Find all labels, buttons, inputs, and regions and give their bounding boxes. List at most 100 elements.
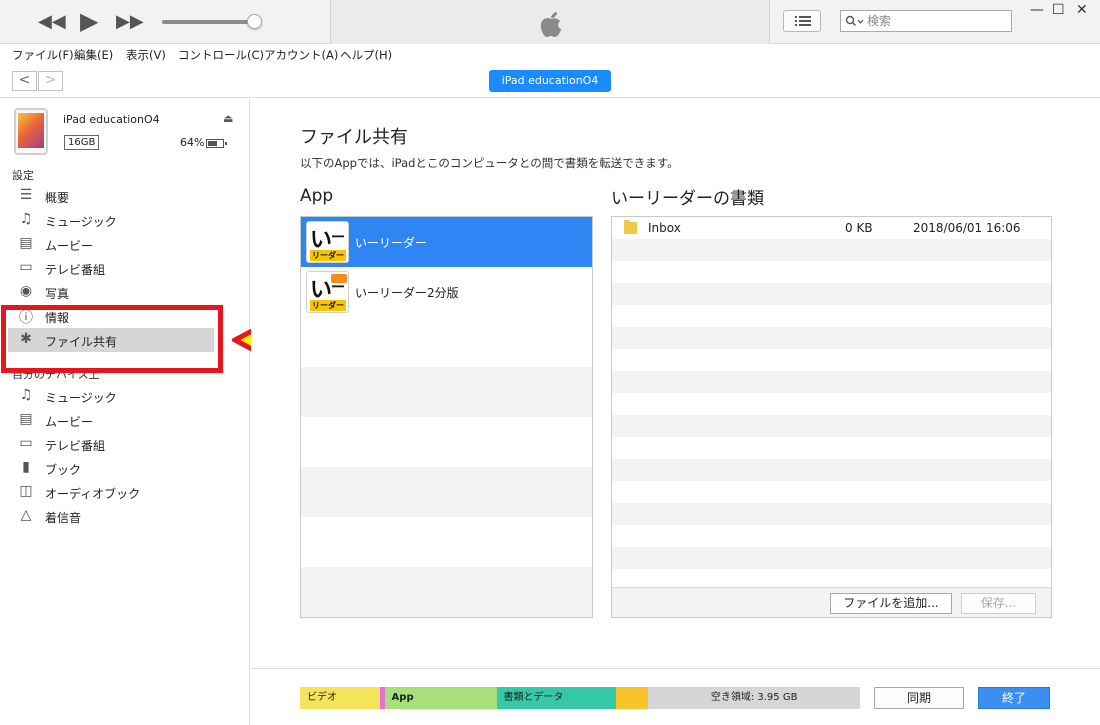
film-icon: ▤	[19, 411, 33, 427]
sidebar-item-mydevice-2[interactable]: ▭ テレビ番組	[8, 432, 214, 456]
folder-icon	[624, 220, 637, 234]
sidebar-item-settings-1[interactable]: ♫ ミュージック	[8, 208, 214, 232]
highlight-box	[1, 305, 223, 373]
sidebar-item-settings-0[interactable]: ☰ 概要	[8, 184, 214, 208]
add-file-button[interactable]: ファイルを追加...	[830, 593, 952, 614]
bell-icon: △	[20, 507, 32, 523]
status-display	[330, 0, 770, 44]
settings-header: 設定	[12, 169, 34, 182]
navigation-row: < > iPad educationO4	[0, 66, 1100, 98]
sidebar-item-mydevice-1[interactable]: ▤ ムービー	[8, 408, 214, 432]
document-date: 2018/06/01 16:06	[913, 221, 1021, 235]
back-button[interactable]: <	[12, 71, 37, 91]
maximize-icon[interactable]: ☐	[1052, 2, 1065, 18]
film-icon: ▤	[19, 235, 33, 251]
battery-icon	[206, 139, 224, 148]
book-icon: ▮	[22, 459, 30, 475]
menu-view[interactable]: 表示(V)	[126, 47, 166, 63]
sidebar-item-label: ムービー	[45, 415, 94, 429]
search-icon	[845, 15, 864, 26]
fast-forward-icon[interactable]: ▶▶	[116, 13, 144, 31]
storage-segment: ビデオ	[300, 687, 380, 709]
device-button[interactable]: iPad educationO4	[489, 70, 611, 92]
main-pane: ファイル共有 以下のAppでは、iPadとこのコンピュータとの間で書類を転送でき…	[251, 99, 1100, 725]
minimize-icon[interactable]: —	[1030, 2, 1044, 18]
storage-segment: 書類とデータ	[496, 687, 617, 709]
eject-icon[interactable]: ⏏	[223, 112, 233, 125]
play-icon[interactable]: ▶	[80, 9, 98, 33]
search-input[interactable]	[867, 13, 1007, 29]
rewind-icon[interactable]: ◀◀	[38, 13, 66, 31]
device-capacity: 16GB	[64, 135, 100, 150]
storage-footer: ビデオ App 書類とデータ 空き領域: 3.95 GB 同期 終了	[251, 668, 1100, 725]
sidebar-item-label: テレビ番組	[45, 439, 106, 453]
sidebar-item-label: テレビ番組	[45, 263, 106, 277]
menu-file[interactable]: ファイル(F)	[12, 47, 74, 63]
documents-list: Inbox 0 KB 2018/06/01 16:06 ファイルを追加... 保…	[611, 216, 1052, 618]
sidebar-item-settings-3[interactable]: ▭ テレビ番組	[8, 256, 214, 280]
sidebar-item-label: ミュージック	[45, 391, 117, 405]
volume-knob[interactable]	[247, 14, 263, 29]
storage-segment	[616, 687, 649, 709]
forward-button[interactable]: >	[38, 71, 63, 91]
ireader-2min-app-icon: いー リーダー	[306, 271, 349, 313]
app-name: いーリーダー2分版	[355, 286, 459, 300]
app-row-ireader[interactable]: いー リーダー いーリーダー	[301, 217, 592, 267]
document-size: 0 KB	[845, 221, 873, 235]
storage-segment: 空き領域: 3.95 GB	[648, 687, 860, 709]
sidebar-item-label: ムービー	[45, 239, 94, 253]
apple-logo-icon	[540, 12, 561, 37]
sidebar-item-settings-2[interactable]: ▤ ムービー	[8, 232, 214, 256]
sidebar-item-settings-4[interactable]: ◉ 写真	[8, 280, 214, 304]
player-toolbar: ◀◀ ▶ ▶▶ — ☐ ✕	[0, 0, 1100, 44]
list-view-icon	[795, 16, 811, 26]
camera-icon: ◉	[19, 283, 33, 299]
save-button[interactable]: 保存...	[961, 593, 1036, 614]
search-box[interactable]	[840, 10, 1012, 32]
documents-footer: ファイルを追加... 保存...	[612, 587, 1051, 617]
sidebar-item-mydevice-3[interactable]: ▮ ブック	[8, 456, 214, 480]
sidebar-item-label: 写真	[45, 287, 70, 301]
ireader-app-icon: いー リーダー	[306, 221, 349, 263]
music-note-icon: ♫	[19, 211, 33, 227]
ipad-icon	[14, 108, 48, 155]
summary-icon: ☰	[19, 187, 33, 203]
documents-header: いーリーダーの書類	[611, 189, 764, 209]
apps-list: いー リーダー いーリーダー いー リーダー いーリーダー2分版	[300, 216, 593, 618]
page-title: ファイル共有	[300, 127, 408, 148]
battery-percent: 64%	[180, 136, 205, 149]
device-name: iPad educationO4	[63, 113, 160, 126]
menu-controls[interactable]: コントロール(C)	[178, 47, 264, 63]
sidebar-item-label: オーディオブック	[45, 487, 141, 501]
sidebar-item-mydevice-4[interactable]: ◫ オーディオブック	[8, 480, 214, 504]
sidebar-item-label: 概要	[45, 191, 70, 205]
sync-button[interactable]: 同期	[874, 687, 964, 709]
menu-account[interactable]: アカウント(A)	[264, 47, 338, 63]
page-description: 以下のAppでは、iPadとこのコンピュータとの間で書類を転送できます。	[300, 156, 679, 170]
document-name: Inbox	[648, 221, 681, 235]
sidebar-item-mydevice-5[interactable]: △ 着信音	[8, 504, 214, 528]
audiobook-icon: ◫	[19, 483, 33, 499]
list-view-button[interactable]	[783, 10, 821, 32]
apps-header: App	[300, 186, 334, 206]
done-button[interactable]: 終了	[978, 687, 1050, 709]
menu-bar: ファイル(F) 編集(E) 表示(V) コントロール(C) アカウント(A) ヘ…	[0, 44, 1100, 66]
app-name: いーリーダー	[355, 236, 428, 250]
volume-slider[interactable]	[162, 14, 263, 29]
tv-icon: ▭	[19, 259, 33, 275]
menu-help[interactable]: ヘルプ(H)	[340, 47, 392, 63]
tv-icon: ▭	[19, 435, 33, 451]
menu-edit[interactable]: 編集(E)	[74, 47, 113, 63]
storage-bar: ビデオ App 書類とデータ 空き領域: 3.95 GB	[300, 687, 860, 709]
music-note-icon: ♫	[19, 387, 33, 403]
app-row-ireader-2min[interactable]: いー リーダー いーリーダー2分版	[301, 267, 592, 317]
document-row[interactable]: Inbox 0 KB 2018/06/01 16:06	[612, 217, 1051, 239]
sidebar-item-label: ミュージック	[45, 215, 117, 229]
storage-segment: App	[384, 687, 497, 709]
close-icon[interactable]: ✕	[1076, 2, 1088, 18]
sidebar-item-label: ブック	[45, 463, 82, 477]
sidebar-item-mydevice-0[interactable]: ♫ ミュージック	[8, 384, 214, 408]
sidebar-item-label: 着信音	[45, 511, 82, 525]
sidebar: iPad educationO4 ⏏ 16GB 64% 設定 ☰ 概要 ♫ ミュージッ…	[0, 99, 250, 725]
volume-fill	[162, 20, 256, 24]
